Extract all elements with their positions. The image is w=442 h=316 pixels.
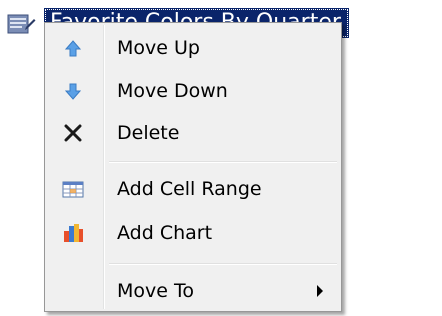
cell-range-icon [53, 175, 93, 203]
menu-item-delete[interactable]: Delete [47, 113, 339, 153]
bar-chart-icon [53, 219, 93, 247]
menu-item-label: Move Up [117, 37, 200, 59]
arrow-down-icon [53, 77, 93, 105]
menu-item-label: Delete [117, 122, 180, 144]
menu-item-label: Move Down [117, 80, 228, 102]
menu-item-move-down[interactable]: Move Down [47, 71, 339, 111]
submenu-arrow-icon [317, 285, 323, 297]
canvas: Favorite Colors By Quarter Move Up Move … [0, 0, 442, 316]
menu-item-label: Move To [117, 280, 194, 302]
menu-item-add-chart[interactable]: Add Chart [47, 213, 339, 253]
context-menu: Move Up Move Down Delete Add Cell Range … [44, 22, 342, 312]
delete-x-icon [53, 119, 93, 147]
arrow-up-icon [53, 34, 93, 62]
menu-item-move-up[interactable]: Move Up [47, 28, 339, 68]
menu-item-move-to[interactable]: Move To [47, 271, 339, 311]
menu-item-label: Add Chart [117, 222, 213, 244]
report-icon [6, 13, 36, 37]
menu-item-label: Add Cell Range [117, 178, 262, 200]
menu-separator [109, 161, 337, 163]
menu-item-add-cell-range[interactable]: Add Cell Range [47, 169, 339, 209]
menu-separator [109, 263, 337, 265]
